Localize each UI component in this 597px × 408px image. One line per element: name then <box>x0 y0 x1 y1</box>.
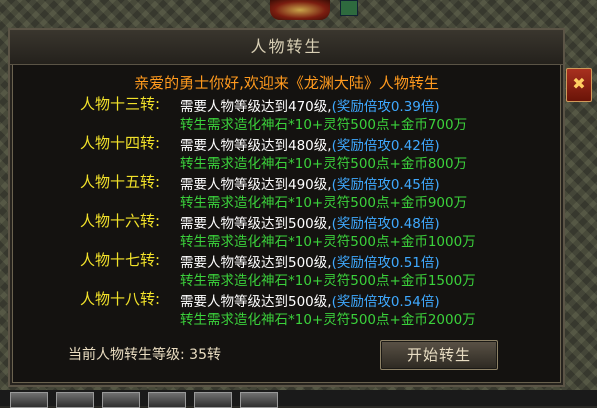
rebirth-row: 人物十五转: 需要人物等级达到490级,(奖励倍攻0.45倍) 转生需求造化神石… <box>10 170 563 211</box>
dialog-content: 亲爱的勇士你好,欢迎来《龙渊大陆》人物转生 人物十三转: 需要人物等级达到470… <box>10 66 563 385</box>
dialog-title-bar: 人物转生 <box>10 30 563 65</box>
rebirth-row: 人物十八转: 需要人物等级达到500级,(奖励倍攻0.54倍) 转生需求造化神石… <box>10 287 563 328</box>
start-rebirth-button[interactable]: 开始转生 <box>380 340 498 370</box>
rebirth-rank: 人物十七转: <box>80 251 161 269</box>
rebirth-requirement: 需要人物等级达到500级,(奖励倍攻0.48倍) <box>180 212 440 232</box>
rebirth-rank: 人物十四转: <box>80 134 161 152</box>
rebirth-row: 人物十四转: 需要人物等级达到480级,(奖励倍攻0.42倍) 转生需求造化神石… <box>10 131 563 172</box>
rebirth-cost: 转生需求造化神石*10+灵符500点+金币700万 <box>180 117 468 133</box>
game-logo <box>270 0 330 20</box>
rebirth-row: 人物十三转: 需要人物等级达到470级,(奖励倍攻0.39倍) 转生需求造化神石… <box>10 92 563 133</box>
rebirth-cost: 转生需求造化神石*10+灵符500点+金币1000万 <box>180 234 476 250</box>
rebirth-cost: 转生需求造化神石*10+灵符500点+金币2000万 <box>180 312 476 328</box>
rebirth-requirement: 需要人物等级达到480级,(奖励倍攻0.42倍) <box>180 134 440 154</box>
dialog-title: 人物转生 <box>250 37 323 56</box>
rebirth-dialog: 人物转生 亲爱的勇士你好,欢迎来《龙渊大陆》人物转生 人物十三转: 需要人物等级… <box>8 28 565 387</box>
close-icon[interactable]: ✖ <box>566 68 592 102</box>
minimap-flag-icon <box>340 0 358 16</box>
current-rebirth-level: 当前人物转生等级: 35转 <box>68 347 221 363</box>
rebirth-row: 人物十七转: 需要人物等级达到500级,(奖励倍攻0.51倍) 转生需求造化神石… <box>10 248 563 289</box>
rebirth-rank: 人物十五转: <box>80 173 161 191</box>
rebirth-rank: 人物十三转: <box>80 95 161 113</box>
rebirth-row: 人物十六转: 需要人物等级达到500级,(奖励倍攻0.48倍) 转生需求造化神石… <box>10 209 563 250</box>
rebirth-cost: 转生需求造化神石*10+灵符500点+金币800万 <box>180 156 468 172</box>
rebirth-requirement: 需要人物等级达到500级,(奖励倍攻0.54倍) <box>180 290 440 310</box>
rebirth-requirement: 需要人物等级达到500级,(奖励倍攻0.51倍) <box>180 251 440 271</box>
welcome-text: 亲爱的勇士你好,欢迎来《龙渊大陆》人物转生 <box>134 74 439 92</box>
rebirth-requirement: 需要人物等级达到490级,(奖励倍攻0.45倍) <box>180 173 440 193</box>
rebirth-rank: 人物十六转: <box>80 212 161 230</box>
rebirth-rank: 人物十八转: <box>80 290 161 308</box>
rebirth-cost: 转生需求造化神石*10+灵符500点+金币1500万 <box>180 273 476 289</box>
rebirth-cost: 转生需求造化神石*10+灵符500点+金币900万 <box>180 195 468 211</box>
rebirth-requirement: 需要人物等级达到470级,(奖励倍攻0.39倍) <box>180 95 440 115</box>
